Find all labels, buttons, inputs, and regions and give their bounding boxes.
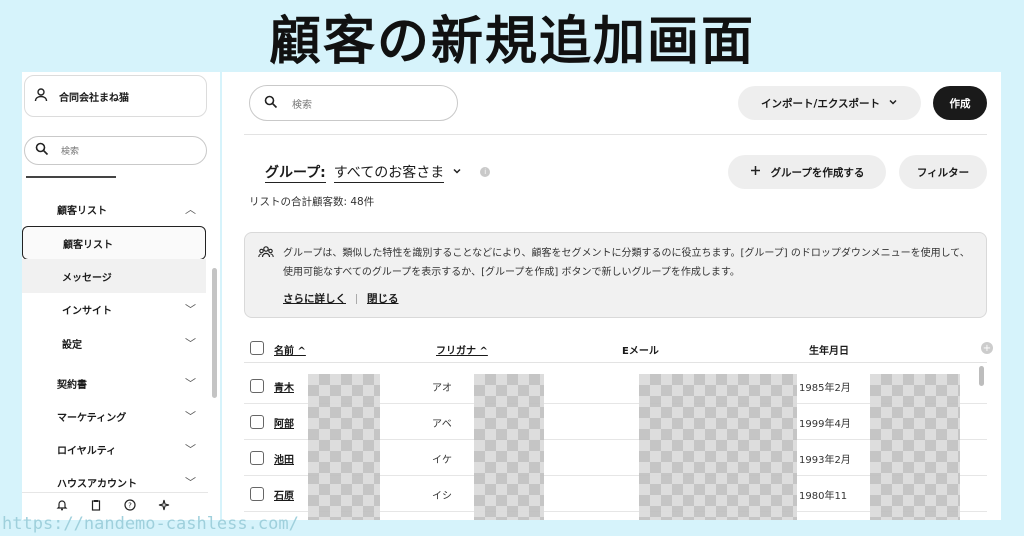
customer-birthday: 1999年4月 (799, 419, 851, 430)
main-content: 検索 インポート/エクスポート 作成 グループ: すべてのお客さま i グループ… (222, 72, 1001, 520)
group-value: すべてのお客さま (333, 162, 445, 183)
plus-icon (750, 165, 761, 179)
header-divider (244, 134, 987, 135)
sidebar-item-contracts[interactable]: 契約書 ﹀ (22, 366, 206, 400)
row-checkbox[interactable] (250, 379, 264, 393)
customer-kana: アベ (432, 419, 452, 430)
chevron-down-icon (888, 97, 898, 110)
account-switcher[interactable]: 合同会社まね猫 (24, 75, 207, 117)
sidebar-item-marketing[interactable]: マーケティング ﹀ (22, 399, 206, 433)
column-header-birthday[interactable]: 生年月日 (809, 342, 849, 357)
search-icon (264, 95, 278, 112)
sidebar-item-label: メッセージ (62, 272, 112, 284)
column-header-name[interactable]: 名前 ^ (274, 342, 306, 357)
sidebar-item-label: インサイト (62, 305, 112, 317)
customer-birthday: 1980年11 (799, 491, 848, 502)
sidebar-item-label: 設定 (62, 339, 82, 351)
sidebar-item-label: 顧客リスト (57, 205, 107, 217)
info-links: さらに詳しく 閉じる (283, 291, 399, 306)
group-selector[interactable]: グループ: すべてのお客さま i (265, 162, 491, 183)
svg-text:?: ? (128, 502, 132, 510)
chevron-up-icon: ︿ (185, 203, 196, 216)
privacy-mosaic (639, 374, 797, 520)
row-checkbox[interactable] (250, 487, 264, 501)
account-name: 合同会社まね猫 (59, 92, 129, 104)
sidebar-subitem-settings[interactable]: 設定 ﹀ (22, 326, 206, 360)
column-header-kana[interactable]: フリガナ ^ (436, 342, 488, 357)
chevron-down-icon: ﹀ (185, 443, 196, 456)
sidebar-search-input[interactable]: 検索 (24, 136, 207, 165)
banner-title: 顧客の新規追加画面 (268, 11, 755, 72)
sidebar-item-loyalty[interactable]: ロイヤルティ ﹀ (22, 432, 206, 466)
chevron-down-icon (452, 164, 462, 180)
import-export-label: インポート/エクスポート (760, 97, 881, 110)
customer-name[interactable]: 石原 (274, 487, 294, 502)
chevron-down-icon: ﹀ (185, 337, 196, 350)
create-group-label: グループを作成する (770, 166, 865, 179)
link-separator (356, 293, 357, 304)
sidebar-scrollbar[interactable] (212, 268, 217, 398)
info-icon[interactable]: i (480, 167, 491, 177)
sidebar-subitem-insights[interactable]: インサイト ﹀ (22, 292, 206, 326)
table-header: 名前 ^ フリガナ ^ Eメール 生年月日 (244, 334, 987, 363)
chevron-down-icon: ﹀ (185, 377, 196, 390)
customer-kana: イシ (432, 491, 452, 502)
column-header-email[interactable]: Eメール (622, 342, 659, 357)
filter-button[interactable]: フィルター (899, 155, 987, 189)
search-icon (35, 142, 49, 159)
close-info-link[interactable]: 閉じる (367, 291, 399, 306)
sidebar-subitem-customer-list[interactable]: 顧客リスト (22, 226, 206, 260)
row-checkbox[interactable] (250, 451, 264, 465)
row-checkbox[interactable] (250, 415, 264, 429)
customer-birthday: 1993年2月 (799, 455, 851, 466)
main-search-placeholder: 検索 (292, 99, 312, 111)
customer-kana: イケ (432, 455, 452, 466)
chevron-down-icon: ﹀ (185, 303, 196, 316)
sidebar-item-label: マーケティング (57, 412, 127, 424)
privacy-mosaic (870, 374, 960, 520)
privacy-mosaic (308, 374, 380, 520)
create-button[interactable]: 作成 (933, 86, 987, 120)
group-label: グループ: (265, 162, 326, 183)
chevron-down-icon: ﹀ (185, 410, 196, 423)
info-description: グループは、類似した特性を識別することなどにより、顧客をセグメントに分類するのに… (283, 248, 970, 278)
people-icon (258, 245, 274, 262)
import-export-button[interactable]: インポート/エクスポート (738, 86, 921, 120)
create-group-button[interactable]: グループを作成する (728, 155, 886, 189)
sidebar-item-label: ロイヤルティ (57, 445, 117, 457)
sidebar-subitem-messages[interactable]: メッセージ (22, 259, 206, 293)
add-column-icon[interactable]: + (981, 342, 993, 354)
customer-birthday: 1985年2月 (799, 383, 851, 394)
sidebar-item-label: ハウスアカウント (57, 478, 137, 490)
user-icon (33, 87, 49, 106)
customer-name[interactable]: 池田 (274, 451, 294, 466)
chevron-down-icon: ﹀ (185, 476, 196, 489)
nav-item-clipped (26, 172, 116, 178)
sidebar-item-label: 契約書 (57, 379, 87, 391)
privacy-mosaic (474, 374, 544, 520)
total-count: リストの合計顧客数: 48件 (249, 196, 375, 208)
select-all-checkbox[interactable] (250, 341, 264, 355)
sidebar-item-customer-list[interactable]: 顧客リスト ︿ (22, 192, 206, 226)
group-info-panel: グループは、類似した特性を識別することなどにより、顧客をセグメントに分類するのに… (244, 232, 987, 318)
learn-more-link[interactable]: さらに詳しく (283, 291, 346, 306)
table-scrollbar[interactable] (979, 366, 984, 386)
sidebar: 合同会社まね猫 検索 顧客リスト ︿ 顧客リスト メッセージ インサイト ﹀ 設… (22, 72, 220, 520)
customer-table: 名前 ^ フリガナ ^ Eメール 生年月日 青木 アオ 1985年2月 阿部 ア… (244, 334, 1001, 520)
sidebar-item-house-account[interactable]: ハウスアカウント ﹀ (22, 465, 206, 490)
customer-kana: アオ (432, 383, 452, 394)
sidebar-nav: 顧客リスト ︿ 顧客リスト メッセージ インサイト ﹀ 設定 ﹀ 契約書 ﹀ マ… (22, 172, 208, 490)
sidebar-search-placeholder: 検索 (61, 147, 80, 157)
watermark-url: https://nandemo-cashless.com/ (2, 514, 299, 534)
customer-name[interactable]: 青木 (274, 379, 294, 394)
sidebar-item-label: 顧客リスト (63, 239, 113, 251)
customer-name[interactable]: 阿部 (274, 415, 294, 430)
main-search-input[interactable]: 検索 (249, 85, 458, 121)
